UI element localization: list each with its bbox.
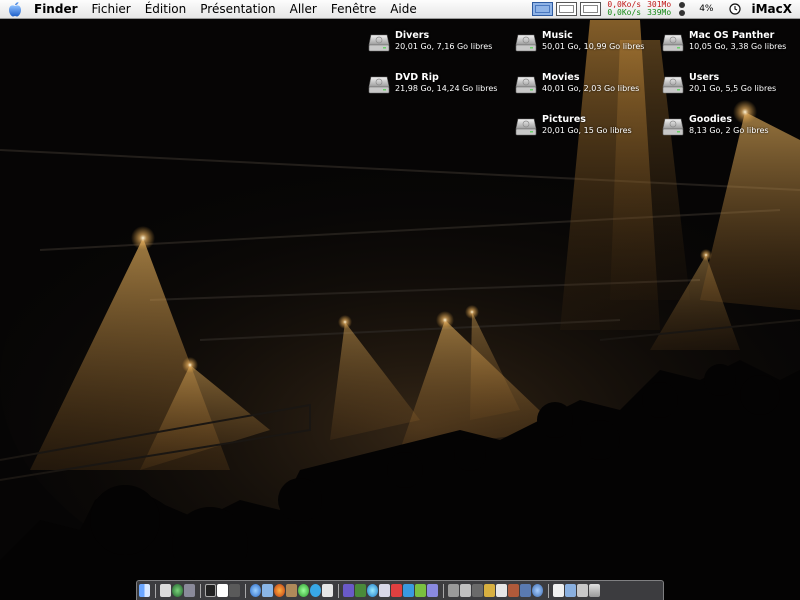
app-icon-18[interactable] — [472, 584, 483, 597]
ichat-icon[interactable] — [367, 584, 378, 597]
hard-drive-icon — [662, 76, 684, 94]
xcode-icon[interactable] — [229, 584, 240, 597]
finder-icon[interactable] — [139, 584, 150, 597]
x11-icon[interactable] — [217, 584, 228, 597]
menu-finder[interactable]: Finder — [30, 0, 85, 18]
volume-pictures[interactable]: Pictures 20,01 Go, 15 Go libres — [515, 106, 632, 137]
app-icon-15[interactable] — [427, 584, 438, 597]
volume-divers[interactable]: Divers 20,01 Go, 7,16 Go libres — [368, 22, 492, 53]
itunes-icon[interactable] — [343, 584, 354, 597]
cpu-usage[interactable]: 4% — [699, 4, 713, 14]
menu-bar: Finder Fichier Édition Présentation Alle… — [0, 0, 800, 19]
photo-icon[interactable] — [184, 584, 195, 597]
volume-dvd-rip[interactable]: DVD Rip 21,98 Go, 14,24 Go libres — [368, 64, 497, 95]
dock-separator — [443, 583, 444, 598]
app-icon-16[interactable] — [448, 584, 459, 597]
preview-icon[interactable] — [160, 584, 171, 597]
volume-name: DVD Rip — [395, 72, 439, 83]
volume-capacity: 20,01 Go, 15 Go libres — [542, 126, 632, 135]
volume-name: Divers — [395, 30, 430, 41]
skype-icon[interactable] — [310, 584, 321, 597]
volume-name: Users — [689, 72, 720, 83]
volume-movies[interactable]: Movies 40,01 Go, 2,03 Go libres — [515, 64, 639, 95]
desktop-1-button[interactable] — [532, 2, 554, 16]
dock-separator — [200, 583, 201, 598]
volume-name: Pictures — [542, 114, 586, 125]
dock-separator — [338, 583, 339, 598]
menu-aller[interactable]: Aller — [283, 0, 324, 18]
app-icon-14[interactable] — [415, 584, 426, 597]
hard-drive-icon — [515, 34, 537, 52]
volume-music[interactable]: Music 50,01 Go, 10,99 Go libres — [515, 22, 644, 53]
mail-icon[interactable] — [262, 584, 273, 597]
volume-name: Mac OS Panther — [689, 30, 775, 41]
document-icon[interactable] — [553, 584, 564, 597]
menu-presentation[interactable]: Présentation — [193, 0, 282, 18]
activity-indicator-icon[interactable] — [679, 2, 686, 16]
app-icon-21[interactable] — [508, 584, 519, 597]
volume-capacity: 8,13 Go, 2 Go libres — [689, 126, 769, 135]
firefox-icon[interactable] — [274, 584, 285, 597]
desktop-2-button[interactable] — [556, 2, 578, 16]
app-icon-17[interactable] — [460, 584, 471, 597]
virtual-desktop-switcher — [532, 2, 602, 16]
dock — [136, 580, 664, 600]
app-icon-23[interactable] — [532, 584, 543, 597]
downloads-folder-icon[interactable] — [577, 584, 588, 597]
dock-separator — [548, 583, 549, 598]
app-icon-9[interactable] — [355, 584, 366, 597]
app-icon-11[interactable] — [379, 584, 390, 597]
hard-drive-icon — [515, 76, 537, 94]
volume-name: Movies — [542, 72, 580, 83]
menu-fichier[interactable]: Fichier — [85, 0, 138, 18]
app-icon-4[interactable] — [286, 584, 297, 597]
machine-name[interactable]: iMacX — [751, 2, 792, 16]
volume-capacity: 20,01 Go, 7,16 Go libres — [395, 42, 493, 51]
menu-fenetre[interactable]: Fenêtre — [324, 0, 383, 18]
network-globe-icon[interactable] — [172, 584, 183, 597]
volume-name: Music — [542, 30, 573, 41]
app-icon-13[interactable] — [403, 584, 414, 597]
app-icon-20[interactable] — [496, 584, 507, 597]
volume-capacity: 50,01 Go, 10,99 Go libres — [542, 42, 645, 51]
app-icon-22[interactable] — [520, 584, 531, 597]
dock-separator — [245, 583, 246, 598]
folder-icon[interactable] — [565, 584, 576, 597]
menu-extras: 0,0Ko/s 0,0Ko/s 301Mo 339Mo 4% iMacX — [532, 0, 800, 18]
clock-icon[interactable] — [727, 0, 743, 18]
volume-capacity: 40,01 Go, 2,03 Go libres — [542, 84, 640, 93]
trash-icon[interactable] — [589, 584, 600, 597]
hard-drive-icon — [368, 34, 390, 52]
hard-drive-icon — [662, 34, 684, 52]
volume-capacity: 21,98 Go, 14,24 Go libres — [395, 84, 498, 93]
volume-capacity: 20,1 Go, 5,5 Go libres — [689, 84, 777, 93]
hard-drive-icon — [515, 118, 537, 136]
volume-users[interactable]: Users 20,1 Go, 5,5 Go libres — [662, 64, 776, 95]
chat-icon[interactable] — [298, 584, 309, 597]
volume-capacity: 10,05 Go, 3,38 Go libres — [689, 42, 787, 51]
network-monitor[interactable]: 0,0Ko/s 0,0Ko/s 301Mo 339Mo — [607, 1, 671, 17]
volume-goodies[interactable]: Goodies 8,13 Go, 2 Go libres — [662, 106, 769, 137]
dock-separator — [155, 583, 156, 598]
apple-menu-icon[interactable] — [0, 0, 30, 18]
safari-icon[interactable] — [250, 584, 261, 597]
app-icon-19[interactable] — [484, 584, 495, 597]
volume-mac-os-panther[interactable]: Mac OS Panther 10,05 Go, 3,38 Go libres — [662, 22, 786, 53]
menu-aide[interactable]: Aide — [383, 0, 424, 18]
hard-drive-icon — [368, 76, 390, 94]
desktop-3-button[interactable] — [580, 2, 602, 16]
download-rate: 0,0Ko/s — [607, 8, 642, 17]
volume-name: Goodies — [689, 114, 733, 125]
hard-drive-icon — [662, 118, 684, 136]
menu-edition[interactable]: Édition — [138, 0, 194, 18]
app-icon-12[interactable] — [391, 584, 402, 597]
download-total: 339Mo — [647, 8, 672, 17]
app-icon-7[interactable] — [322, 584, 333, 597]
terminal-icon[interactable] — [205, 584, 216, 597]
